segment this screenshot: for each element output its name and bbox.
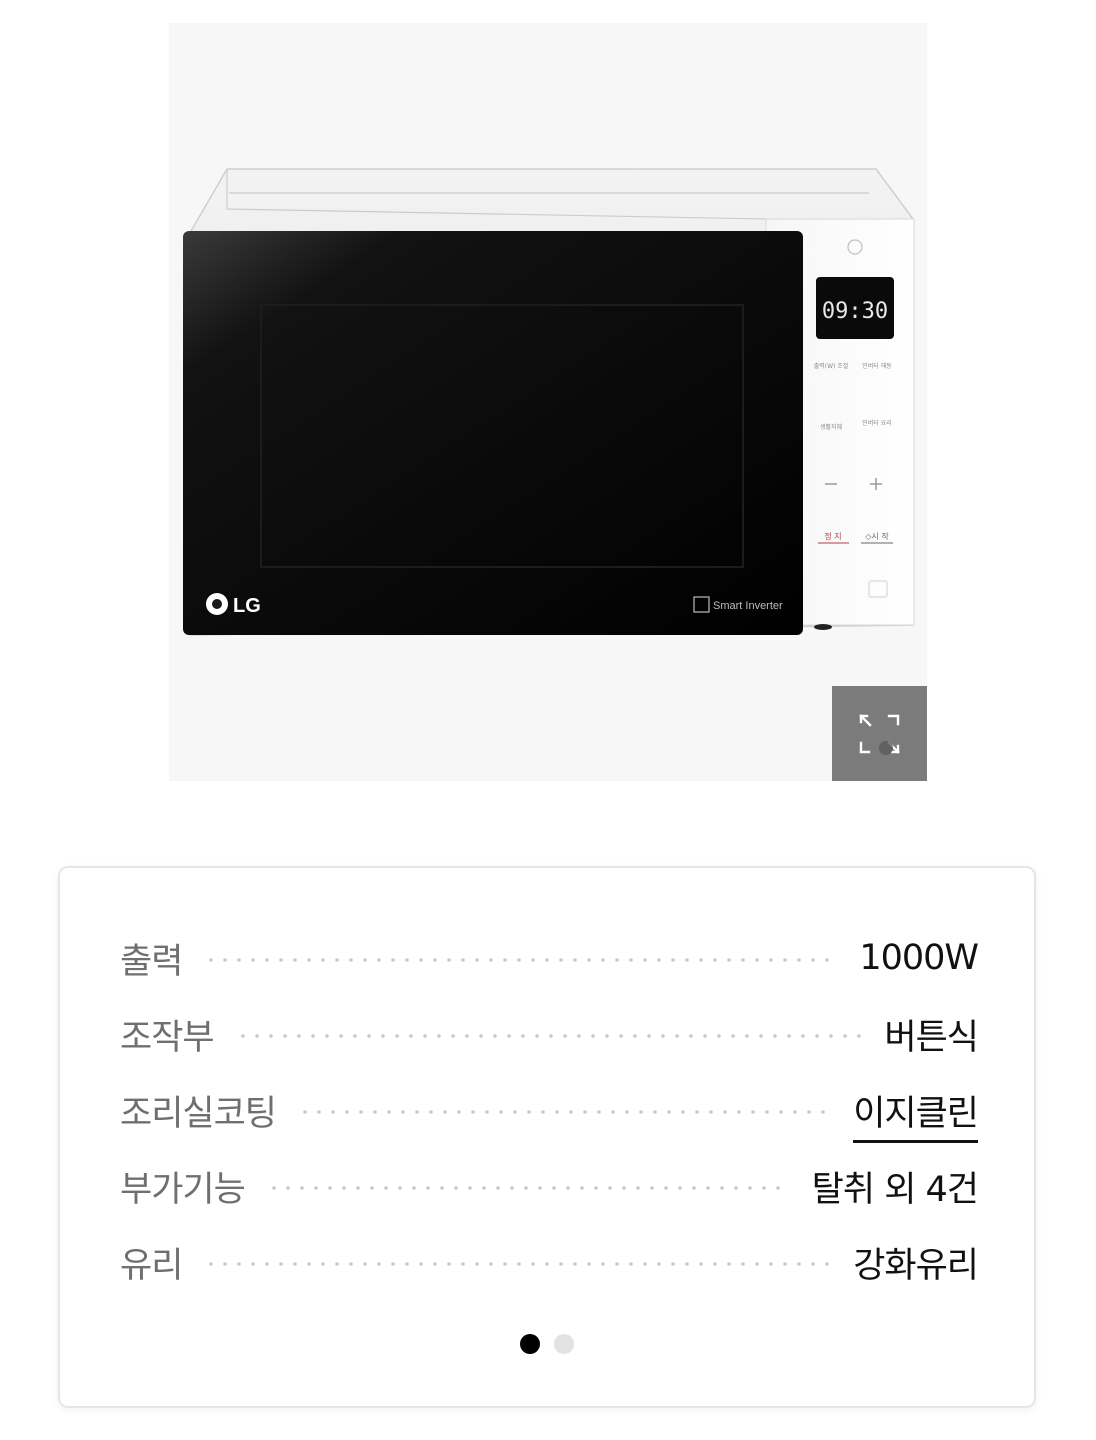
dotted-leader	[298, 1110, 832, 1114]
expand-image-button[interactable]	[832, 686, 927, 781]
smart-inverter-badge: Smart Inverter	[713, 600, 783, 612]
pager-dot-2[interactable]	[554, 1334, 574, 1354]
product-image[interactable]: LG Smart Inverter 09:30 출력(W) 조절 인버터 해동 …	[169, 23, 927, 781]
panel-label-tips: 생활지혜	[820, 423, 842, 431]
product-spec-page: LG Smart Inverter 09:30 출력(W) 조절 인버터 해동 …	[0, 0, 1096, 1440]
display-time: 09:30	[822, 299, 888, 324]
spec-row-glass: 유리 강화유리	[120, 1224, 979, 1300]
spec-row-power: 출력 1000W	[120, 920, 979, 996]
spec-list: 출력 1000W 조작부 버튼식 조리실코팅 이지클린 부가기능 탈취 외 4건…	[120, 920, 979, 1300]
spec-value-link[interactable]: 이지클린	[853, 1085, 979, 1143]
dotted-leader	[204, 1262, 832, 1266]
microwave-illustration: LG Smart Inverter 09:30 출력(W) 조절 인버터 해동 …	[183, 168, 915, 636]
spec-value: 탈취 외 4건	[811, 1169, 979, 1210]
spec-label: 부가기능	[120, 1169, 246, 1210]
spec-label: 유리	[120, 1245, 183, 1286]
spec-label: 출력	[120, 941, 183, 982]
panel-label-cook: 인버터 요리	[862, 419, 892, 427]
carousel-pager	[60, 1334, 1034, 1354]
pager-dot-1[interactable]	[520, 1334, 540, 1354]
spec-row-coating: 조리실코팅 이지클린	[120, 1072, 979, 1148]
spec-label: 조작부	[120, 1017, 215, 1058]
panel-label-start: ◇시 작	[865, 531, 889, 541]
spec-value: 버튼식	[884, 1017, 979, 1058]
lg-logo: LG	[233, 595, 261, 617]
spec-value: 1000W	[859, 938, 979, 978]
spec-value: 강화유리	[853, 1245, 979, 1286]
dotted-leader	[266, 1186, 790, 1190]
panel-label-stop: 정 지	[824, 531, 841, 541]
panel-label-defrost: 인버터 해동	[862, 362, 892, 370]
spec-row-features: 부가기능 탈취 외 4건	[120, 1148, 979, 1224]
expand-icon	[859, 714, 900, 755]
dotted-leader	[204, 958, 838, 962]
spec-label: 조리실코팅	[120, 1093, 277, 1134]
panel-label-power: 출력(W) 조절	[814, 362, 849, 370]
spec-row-control: 조작부 버튼식	[120, 996, 979, 1072]
spec-summary-card: 출력 1000W 조작부 버튼식 조리실코팅 이지클린 부가기능 탈취 외 4건…	[58, 866, 1036, 1408]
dotted-leader	[235, 1034, 863, 1038]
